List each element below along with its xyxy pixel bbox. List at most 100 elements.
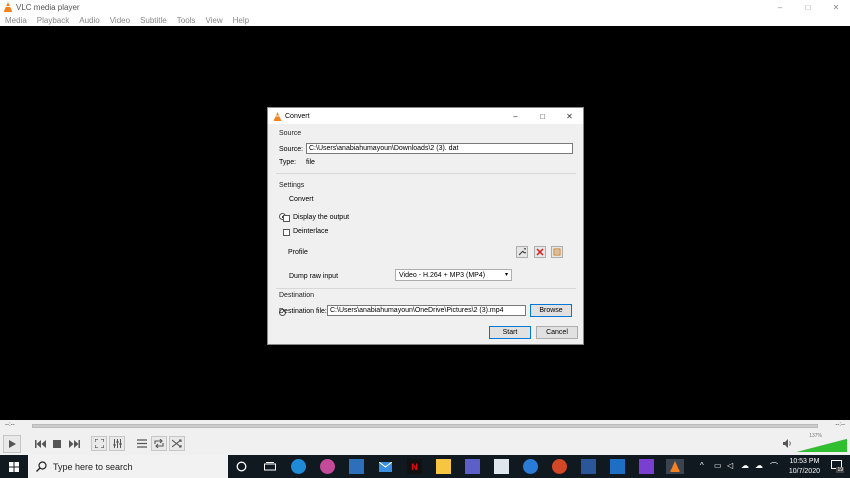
netflix-icon[interactable]: N [407,459,422,474]
previous-button[interactable] [33,436,47,451]
mail-icon[interactable] [378,459,393,474]
window-title: VLC media player [16,2,80,12]
clock-date: 10/7/2020 [788,468,820,475]
divider [276,173,576,174]
clock-time: 10:53 PM [789,458,820,465]
maximize-button[interactable]: □ [794,0,822,14]
menu-audio[interactable]: Audio [74,16,104,25]
file-explorer-icon[interactable] [436,459,451,474]
minimize-button[interactable]: – [766,0,794,14]
play-icon [9,440,16,448]
dialog-title: Convert [285,112,310,120]
windows-taskbar: Type here to search N ^ ▭ ◁ ☁ ☁ ⌒ 10:53 … [0,455,850,478]
vlc-titlebar: VLC media player – □ ✕ [0,0,850,14]
chevron-up-icon[interactable]: ^ [700,461,704,470]
profile-label: Profile [288,249,308,256]
skip-back-icon [34,439,46,448]
speaker-tray-icon[interactable]: ◁ [727,461,733,470]
delete-icon [536,248,544,256]
type-label: Type: [279,159,297,166]
menu-video[interactable]: Video [105,16,135,25]
menu-playback[interactable]: Playback [32,16,74,25]
profile-select-value: Video - H.264 + MP3 (MP4) [399,271,486,279]
deinterlace-checkbox[interactable] [283,229,290,236]
chevron-down-icon: ▾ [504,272,508,278]
wifi-icon[interactable]: ⌒ [770,461,778,472]
menu-media[interactable]: Media [0,16,32,25]
search-icon [36,461,47,472]
notification-count: 19 [836,467,844,473]
visual-studio-icon[interactable] [639,459,654,474]
display-output-label: Display the output [293,214,350,221]
menu-view[interactable]: View [200,16,227,25]
menu-help[interactable]: Help [228,16,254,25]
delete-profile-button[interactable] [534,246,546,258]
edge-icon[interactable] [291,459,306,474]
new-profile-button[interactable] [551,246,563,258]
divider [276,288,576,289]
fullscreen-button[interactable] [91,436,107,451]
volume-slider[interactable] [797,439,847,452]
start-button[interactable]: Start [489,326,531,339]
seek-bar-area: --:-- --:-- [0,420,850,432]
profile-select[interactable]: Video - H.264 + MP3 (MP4) ▾ [395,269,512,281]
search-placeholder: Type here to search [53,461,133,472]
powerpoint-icon[interactable] [552,459,567,474]
shuffle-button[interactable] [169,436,185,451]
dialog-maximize-button[interactable]: □ [529,108,556,124]
photos-icon[interactable] [523,459,538,474]
wrench-icon [518,248,526,256]
chrome-icon[interactable] [320,459,335,474]
playlist-icon [137,439,147,448]
menu-subtitle[interactable]: Subtitle [135,16,172,25]
teams-icon[interactable] [465,459,480,474]
vlc-cone-icon [273,111,282,121]
taskbar-clock[interactable]: 10:53 PM 10/7/2020 [789,457,820,477]
loop-button[interactable] [151,436,167,451]
edit-profile-button[interactable] [516,246,528,258]
seek-slider[interactable] [32,424,818,428]
task-view-icon[interactable] [262,459,277,474]
stop-button[interactable] [51,436,63,451]
player-controls: 137% [0,432,850,455]
onedrive-icon[interactable]: ☁ [755,461,763,470]
word-icon[interactable] [581,459,596,474]
battery-icon[interactable]: ▭ [714,461,722,470]
browse-button[interactable]: Browse [530,304,572,317]
start-button[interactable] [0,455,28,478]
convert-dialog: Convert – □ ✕ Source Source: C:\Users\an… [267,107,584,345]
destination-label: Destination file: [279,308,327,315]
loop-icon [154,439,164,448]
playlist-button[interactable] [134,436,150,451]
play-button[interactable] [3,435,21,453]
skip-forward-icon [68,439,80,448]
deinterlace-label: Deinterlace [293,228,329,235]
total-time: --:-- [835,422,845,428]
windows-logo-icon [9,461,19,472]
next-button[interactable] [67,436,81,451]
cloud-icon[interactable]: ☁ [741,461,749,470]
vlc-taskbar-icon[interactable] [666,459,684,474]
destination-field[interactable]: C:\Users\anabiahumayoun\OneDrive\Picture… [327,305,526,316]
source-field[interactable]: C:\Users\anabiahumayoun\Downloads\2 (3).… [306,143,573,154]
shuffle-icon [172,439,182,448]
display-output-checkbox[interactable] [283,215,290,222]
fullscreen-icon [94,439,104,448]
taskbar-search-box[interactable]: Type here to search [28,455,228,478]
destination-section-label: Destination [279,292,315,299]
dialog-close-button[interactable]: ✕ [556,108,583,124]
dialog-titlebar: Convert – □ ✕ [268,108,583,124]
store-icon[interactable] [349,459,364,474]
elapsed-time: --:-- [5,422,15,428]
extended-settings-button[interactable] [109,436,125,451]
close-button[interactable]: ✕ [822,0,850,14]
menu-tools[interactable]: Tools [172,16,201,25]
cortana-icon[interactable] [234,459,249,474]
notepad-icon[interactable] [494,459,509,474]
dialog-minimize-button[interactable]: – [502,108,529,124]
dump-raw-label: Dump raw input [289,273,339,280]
cancel-button[interactable]: Cancel [536,326,578,339]
mute-button[interactable] [782,436,794,451]
action-center-button[interactable]: 19 [831,460,844,473]
outlook-icon[interactable] [610,459,625,474]
